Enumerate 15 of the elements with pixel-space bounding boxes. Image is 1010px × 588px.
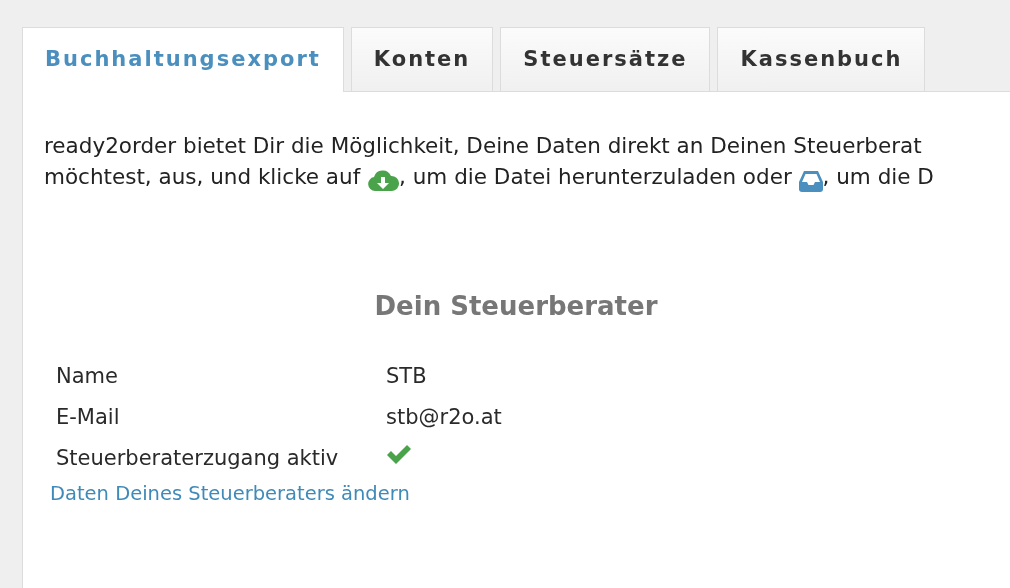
intro-text: möchtest, aus, und klicke auf (44, 164, 362, 189)
section-heading: Dein Steuerberater (373, 290, 659, 323)
intro-text: ready2order bietet Dir die Möglichkeit, Deine Daten direkt an Deinen Steuerberat (44, 133, 922, 158)
tab[interactable]: Konten (350, 27, 494, 91)
tab[interactable]: Buchhaltungsexport (22, 27, 344, 92)
field-label: E-Mail (56, 405, 120, 429)
field-label: Name (56, 364, 118, 388)
tab[interactable]: Steuersätze (500, 27, 711, 91)
field-label: Steuerberaterzugang aktiv (56, 446, 339, 470)
field-value: STB (386, 364, 427, 388)
tab[interactable]: Kassenbuch (717, 27, 926, 91)
intro-text: , um die Datei herunterzuladen oder (399, 164, 793, 189)
edit-advisor-link[interactable]: Daten Deines Steuerberaters ändern (44, 479, 410, 509)
field-value: stb@r2o.at (386, 405, 502, 429)
intro-text: , um die D (822, 164, 934, 189)
